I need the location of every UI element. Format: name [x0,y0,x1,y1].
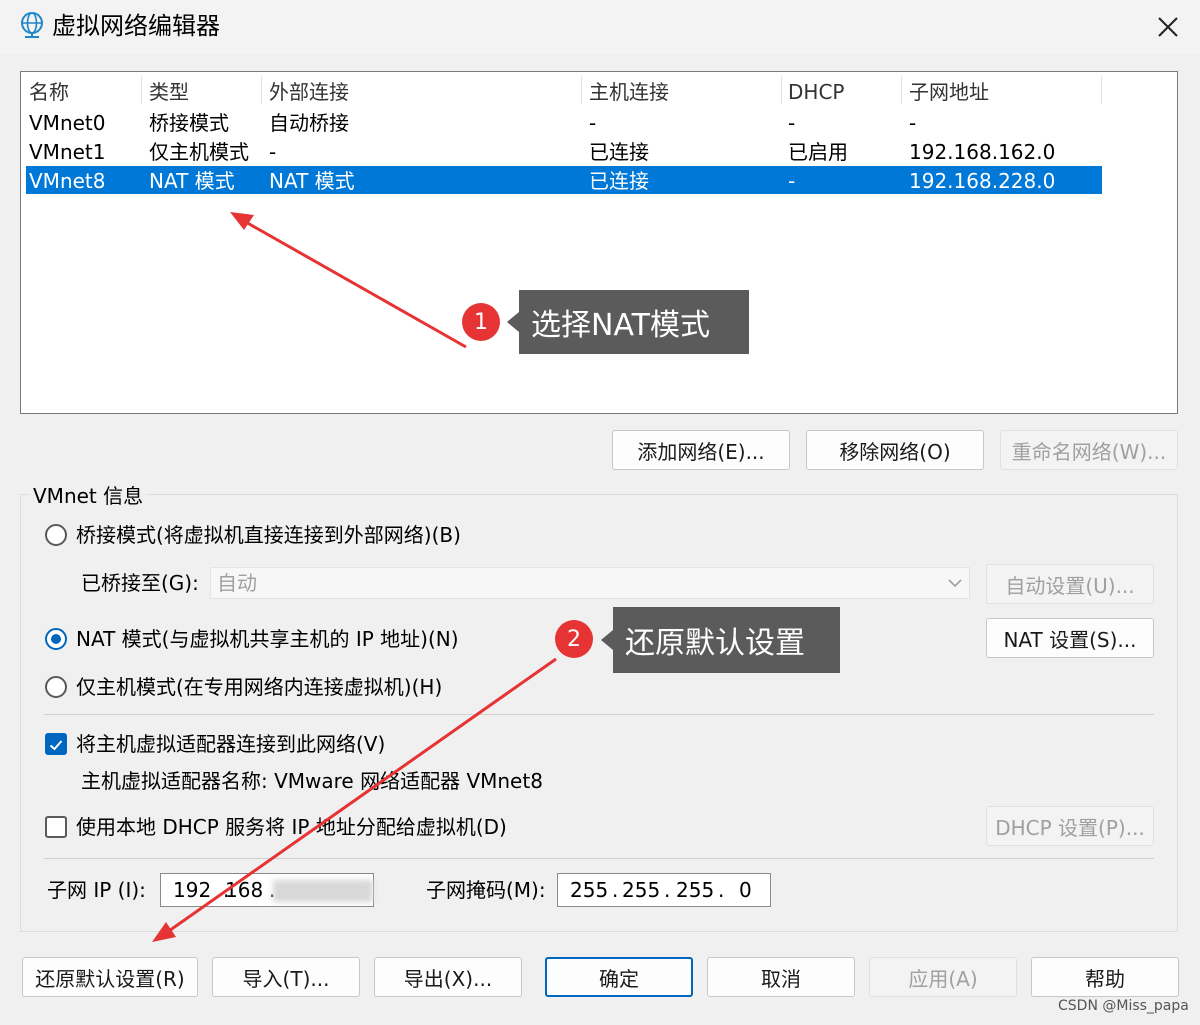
arrow-line-1 [243,219,467,349]
step-2-callout: 还原默认设置 [601,607,840,673]
step-2-badge: 2 [555,620,593,658]
watermark: CSDN @Miss_papa [1058,998,1189,1014]
arrow-head-2 [152,922,176,942]
annotation-arrows [152,212,557,942]
step-1-callout: 选择NAT模式 [507,290,749,354]
step-1-badge: 1 [462,303,500,341]
arrow-line-2 [165,657,557,935]
arrow-head-1 [230,212,254,230]
